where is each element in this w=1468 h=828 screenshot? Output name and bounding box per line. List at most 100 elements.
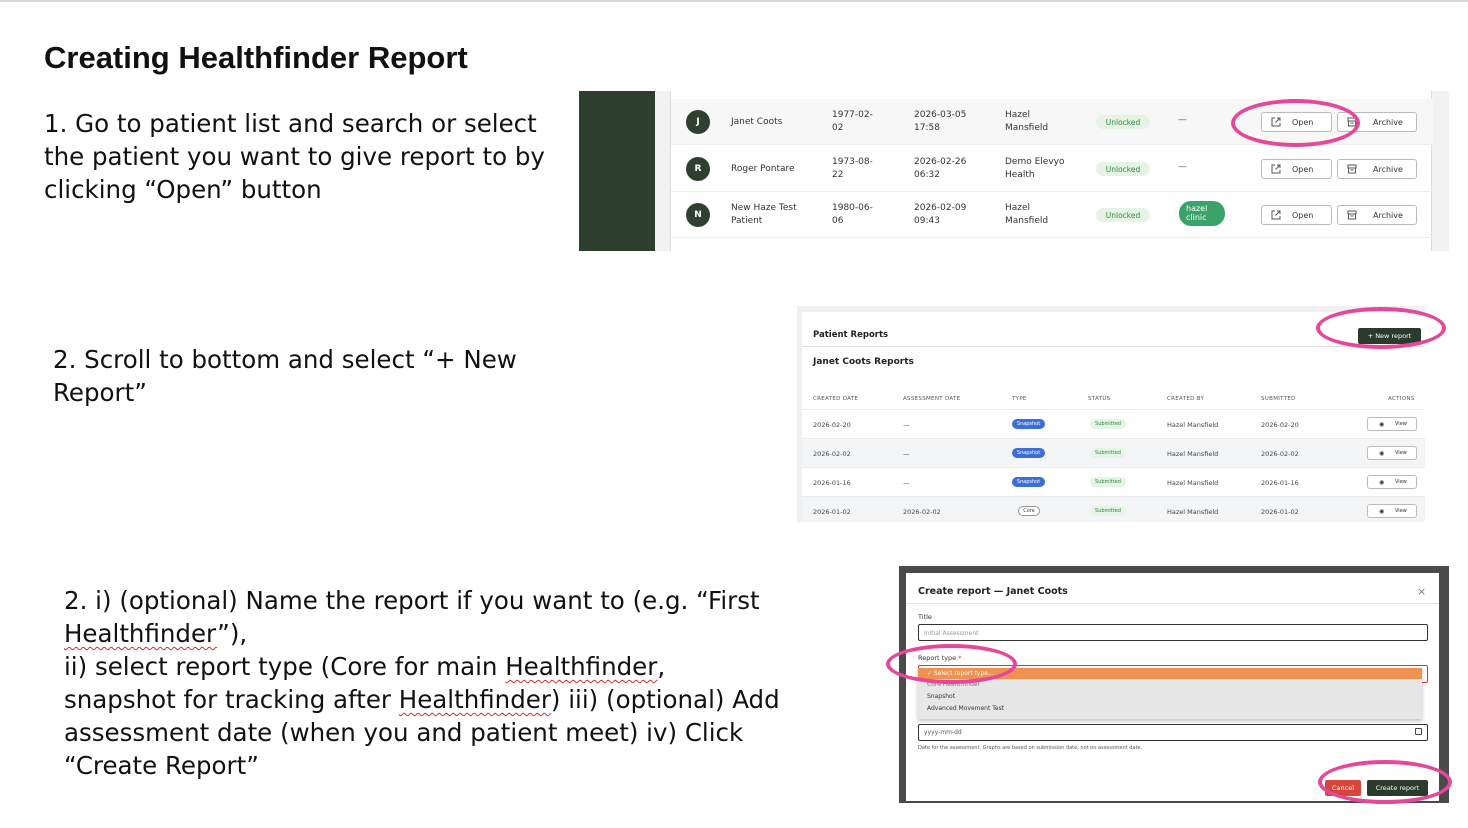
assessment-date: 2026-02-02 bbox=[903, 508, 941, 516]
view-button[interactable]: ◉ View bbox=[1367, 504, 1417, 518]
patient-name: Roger Pontare bbox=[731, 164, 795, 174]
clinic-tag: hazel clinic bbox=[1179, 201, 1225, 226]
view-label: View bbox=[1395, 421, 1407, 427]
avatar: R bbox=[686, 157, 710, 181]
date-placeholder: yyyy-mm-dd bbox=[924, 729, 962, 736]
status-badge: Unlocked bbox=[1096, 208, 1150, 222]
open-label: Open bbox=[1292, 165, 1314, 174]
archive-icon bbox=[1347, 164, 1357, 174]
patient-dob: 1977-02- 02 bbox=[832, 110, 873, 133]
table-row[interactable]: 2026-01-02 2026-02-02 Core Submitted Haz… bbox=[802, 496, 1425, 522]
patient-name: New Haze Test Patient bbox=[731, 203, 797, 226]
open-button[interactable]: Open bbox=[1261, 159, 1332, 179]
view-button[interactable]: ◉ View bbox=[1367, 446, 1417, 460]
column-header: ACTIONS bbox=[1388, 396, 1415, 402]
created-date: 2026-01-16 bbox=[813, 479, 851, 487]
step-3-spell-flag: Healthfinder bbox=[64, 619, 218, 648]
patient-clinic: Hazel Mansfield bbox=[1005, 110, 1049, 133]
step-3-part: ii) select report type (Core for main bbox=[64, 652, 506, 681]
highlight-create-buttons bbox=[1318, 760, 1452, 804]
option-advanced-movement-test[interactable]: Advanced Movement Test bbox=[918, 703, 1422, 714]
title-input[interactable]: Initial Assessment bbox=[918, 624, 1428, 641]
step-1-text: 1. Go to patient list and search or sele… bbox=[44, 109, 545, 204]
step-3-spell-flag: Healthfinder bbox=[398, 685, 551, 714]
table-row[interactable]: R Roger Pontare 1973-08- 22 2026-02-26 0… bbox=[671, 146, 1433, 192]
status-badge: Submitted bbox=[1090, 448, 1126, 458]
external-link-icon bbox=[1271, 210, 1281, 220]
step-3-text: 2. i) (optional) Name the report if you … bbox=[64, 584, 784, 782]
patient-clinic: Demo Elevyo Health bbox=[1005, 157, 1065, 180]
eye-icon: ◉ bbox=[1379, 479, 1385, 486]
external-link-icon bbox=[1271, 164, 1281, 174]
table-row[interactable]: N New Haze Test Patient 1980-06- 06 2026… bbox=[671, 192, 1433, 238]
view-label: View bbox=[1395, 508, 1407, 514]
status-badge: Unlocked bbox=[1096, 115, 1150, 129]
patient-clinic: Hazel Mansfield bbox=[1005, 203, 1049, 226]
column-header: ASSESSMENT DATE bbox=[903, 396, 961, 402]
open-button[interactable]: Open bbox=[1261, 205, 1332, 225]
column-header: STATUS bbox=[1088, 396, 1111, 402]
submitted-date: 2026-02-02 bbox=[1261, 450, 1299, 458]
avatar: N bbox=[686, 203, 710, 227]
archive-label: Archive bbox=[1373, 118, 1403, 127]
tag-empty: — bbox=[1178, 115, 1187, 125]
reports-card: Janet Coots Reports CREATED DATE ASSESSM… bbox=[802, 346, 1425, 522]
column-header: TYPE bbox=[1012, 396, 1027, 402]
title-label: Title bbox=[918, 613, 932, 621]
view-label: View bbox=[1395, 479, 1407, 485]
created-by: Hazel Mansfield bbox=[1167, 450, 1219, 458]
eye-icon: ◉ bbox=[1379, 450, 1385, 457]
option-core-healthfinder[interactable]: Core Healthfinder bbox=[918, 679, 1422, 690]
highlight-new-report-button bbox=[1316, 307, 1446, 349]
step-2-text: 2. Scroll to bottom and select “+ New Re… bbox=[53, 345, 517, 407]
created-date: 2026-02-20 bbox=[813, 421, 851, 429]
type-badge: Snapshot bbox=[1012, 477, 1045, 487]
table-row[interactable]: 2026-02-20 — Snapshot Submitted Hazel Ma… bbox=[802, 409, 1425, 438]
patient-registered: 2026-02-26 06:32 bbox=[914, 157, 967, 180]
dialog-title: Create report — Janet Coots bbox=[918, 586, 1068, 597]
step-3-spell-flag: Healthfinder bbox=[505, 652, 658, 681]
created-by: Hazel Mansfield bbox=[1167, 479, 1219, 487]
tag-empty: — bbox=[1178, 162, 1187, 172]
table-row[interactable]: 2026-02-02 — Snapshot Submitted Hazel Ma… bbox=[802, 438, 1425, 467]
patient-name: Janet Coots bbox=[731, 117, 783, 127]
view-label: View bbox=[1395, 450, 1407, 456]
card-title: Janet Coots Reports bbox=[813, 357, 914, 367]
avatar: J bbox=[686, 110, 710, 134]
slide-top-border bbox=[0, 0, 1468, 2]
column-header: SUBMITTED bbox=[1261, 396, 1296, 402]
column-header: CREATED DATE bbox=[813, 396, 859, 402]
close-icon[interactable]: × bbox=[1417, 585, 1426, 598]
archive-label: Archive bbox=[1373, 165, 1403, 174]
eye-icon: ◉ bbox=[1379, 421, 1385, 428]
archive-icon bbox=[1347, 210, 1357, 220]
status-badge: Submitted bbox=[1090, 477, 1126, 487]
status-badge: Submitted bbox=[1090, 419, 1126, 429]
column-header: CREATED BY bbox=[1167, 396, 1205, 402]
archive-button[interactable]: Archive bbox=[1337, 205, 1417, 225]
assessment-date-input[interactable]: yyyy-mm-dd bbox=[918, 724, 1428, 741]
view-button[interactable]: ◉ View bbox=[1367, 417, 1417, 431]
type-badge: Snapshot bbox=[1012, 448, 1045, 458]
archive-label: Archive bbox=[1373, 211, 1403, 220]
slide-title: Creating Healthfinder Report bbox=[44, 40, 468, 75]
view-button[interactable]: ◉ View bbox=[1367, 475, 1417, 489]
eye-icon: ◉ bbox=[1379, 508, 1385, 515]
created-date: 2026-02-02 bbox=[813, 450, 851, 458]
calendar-icon[interactable] bbox=[1415, 728, 1422, 735]
patient-registered: 2026-03-05 17:58 bbox=[914, 110, 967, 133]
status-badge: Submitted bbox=[1090, 506, 1126, 516]
table-row[interactable]: 2026-01-16 — Snapshot Submitted Hazel Ma… bbox=[802, 467, 1425, 496]
divider bbox=[906, 603, 1439, 604]
date-hint: Date for the assessment. Graphs are base… bbox=[918, 745, 1143, 751]
type-badge: Core bbox=[1018, 506, 1040, 516]
app-sidebar bbox=[579, 91, 655, 251]
option-snapshot[interactable]: Snapshot bbox=[918, 691, 1422, 702]
created-date: 2026-01-02 bbox=[813, 508, 851, 516]
assessment-date: — bbox=[903, 479, 910, 487]
created-by: Hazel Mansfield bbox=[1167, 508, 1219, 516]
archive-button[interactable]: Archive bbox=[1337, 159, 1417, 179]
step-3-part: ”), bbox=[217, 619, 248, 648]
submitted-date: 2026-01-02 bbox=[1261, 508, 1299, 516]
step-3-part: 2. i) (optional) Name the report if you … bbox=[64, 586, 760, 615]
